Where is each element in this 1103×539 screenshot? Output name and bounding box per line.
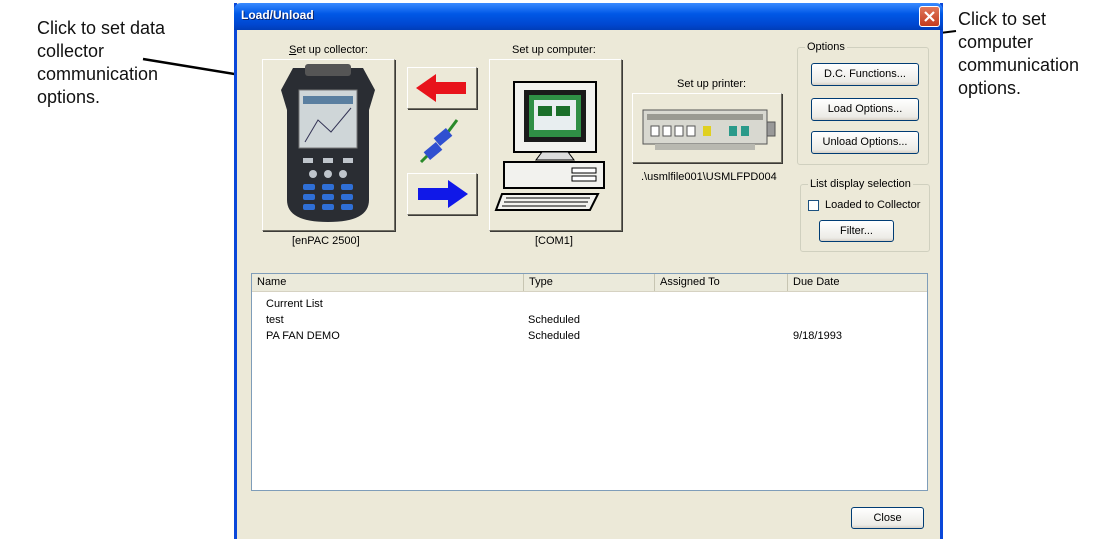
computer-button[interactable] xyxy=(489,59,622,231)
column-header-assigned-to[interactable]: Assigned To xyxy=(655,274,788,291)
title-bar: Load/Unload xyxy=(234,3,943,30)
list-item-name: Current List xyxy=(266,298,323,310)
list-item-type: Scheduled xyxy=(528,330,580,342)
collector-label: Set up collector: xyxy=(289,44,368,56)
list-display-title: List display selection xyxy=(808,178,913,190)
dialog-title: Load/Unload xyxy=(241,8,314,22)
list-item[interactable]: Current List xyxy=(252,298,927,313)
unload-options-button[interactable]: Unload Options... xyxy=(811,131,919,154)
computer-icon xyxy=(494,81,605,211)
load-options-button[interactable]: Load Options... xyxy=(811,98,919,121)
list-item-name: test xyxy=(266,314,284,326)
printer-button[interactable] xyxy=(632,93,782,163)
load-left-button[interactable] xyxy=(407,67,477,109)
column-header-name[interactable]: Name xyxy=(252,274,524,291)
computer-label: Set up computer: xyxy=(512,44,596,56)
printer-path: .\usmlfile001\USMLFPD004 xyxy=(641,171,777,183)
close-button[interactable]: Close xyxy=(851,507,924,529)
computer-port: [COM1] xyxy=(535,235,573,247)
printer-icon xyxy=(642,109,776,150)
blue-right-arrow-icon xyxy=(418,180,468,208)
list-item[interactable]: PA FAN DEMO Scheduled 9/18/1993 xyxy=(252,330,927,345)
loaded-to-collector-checkbox[interactable] xyxy=(808,200,819,211)
column-header-type[interactable]: Type xyxy=(524,274,655,291)
cable-connector-icon xyxy=(419,119,459,164)
filter-button[interactable]: Filter... xyxy=(819,220,894,242)
loaded-to-collector-label: Loaded to Collector xyxy=(825,199,921,211)
close-x-icon[interactable] xyxy=(919,6,940,27)
dc-functions-button[interactable]: D.C. Functions... xyxy=(811,63,919,86)
unload-right-button[interactable] xyxy=(407,173,477,215)
list-header: Name Type Assigned To Due Date xyxy=(252,274,927,292)
options-title: Options xyxy=(805,41,847,53)
data-collector-icon xyxy=(281,64,375,222)
list-item-type: Scheduled xyxy=(528,314,580,326)
red-left-arrow-icon xyxy=(416,74,466,102)
list-item-due-date: 9/18/1993 xyxy=(793,330,842,342)
list-item[interactable]: test Scheduled xyxy=(252,314,927,329)
collector-name: [enPAC 2500] xyxy=(292,235,360,247)
collector-button[interactable] xyxy=(262,59,395,231)
column-header-due-date[interactable]: Due Date xyxy=(788,274,927,291)
list-item-name: PA FAN DEMO xyxy=(266,330,340,342)
printer-label: Set up printer: xyxy=(677,78,747,90)
load-list-view[interactable]: Name Type Assigned To Due Date Current L… xyxy=(251,273,928,491)
load-unload-dialog: Load/Unload Set up collector: [enPAC 250… xyxy=(234,3,943,539)
